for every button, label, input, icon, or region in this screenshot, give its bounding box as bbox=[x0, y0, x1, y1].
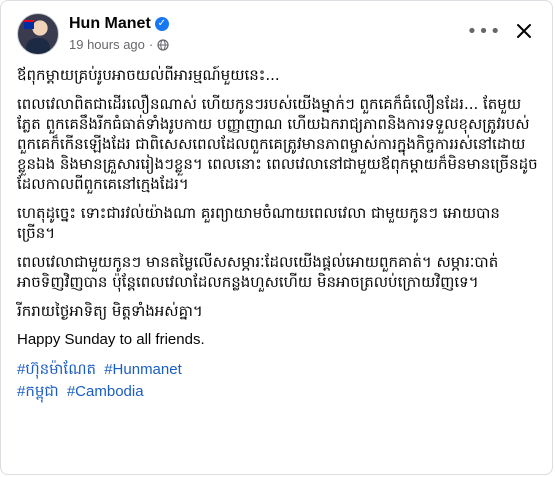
post-body: ឪពុកម្តាយគ្រប់រូបអាចយល់ពីអារម្មណ៍មួយនេះ.… bbox=[17, 65, 538, 403]
globe-icon bbox=[157, 38, 169, 51]
flag-icon bbox=[24, 20, 34, 29]
hashtag-link[interactable]: #ហ៊ុនម៉ាណែត bbox=[17, 361, 96, 378]
post-paragraph-3: ហេតុដូច្នេះ ទោះជារវល់យ៉ាងណា គួរព្យាយាមចំ… bbox=[17, 204, 500, 242]
post-paragraph-1: ឪពុកម្តាយគ្រប់រូបអាចយល់ពីអារម្មណ៍មួយនេះ.… bbox=[17, 66, 280, 84]
post-timestamp[interactable]: 19 hours ago bbox=[69, 37, 145, 52]
post-english-line: Happy Sunday to all friends. bbox=[17, 331, 205, 348]
more-options-button[interactable]: ••• bbox=[466, 17, 502, 45]
hashtag-link[interactable]: #Cambodia bbox=[67, 383, 144, 400]
post-paragraph-4: ពេលវេលាជាមួយកូនៗ មានតម្លៃលើសសម្ភារៈដែលយើ… bbox=[17, 253, 499, 291]
verified-badge-icon: ✓ bbox=[154, 17, 169, 31]
author-avatar[interactable] bbox=[17, 13, 59, 55]
post-paragraph-5: រីករាយថ្ងៃអាទិត្យ មិត្តទាំងអស់គ្នា។ bbox=[17, 302, 203, 320]
author-name[interactable]: Hun Manet bbox=[69, 15, 151, 33]
hashtag-link[interactable]: #កម្ពុជា bbox=[17, 383, 59, 400]
post-card: Hun Manet ✓ 19 hours ago · ••• ឪពុកម្តាយ… bbox=[0, 0, 553, 475]
post-meta: 19 hours ago · bbox=[69, 37, 169, 52]
hashtag-row-2: #កម្ពុជា #Cambodia bbox=[17, 381, 538, 403]
close-button[interactable] bbox=[508, 15, 540, 47]
meta-separator: · bbox=[148, 37, 154, 52]
post-header: Hun Manet ✓ 19 hours ago · ••• bbox=[17, 13, 540, 59]
close-icon bbox=[517, 24, 531, 38]
hashtag-link[interactable]: #Hunmanet bbox=[104, 361, 182, 378]
more-options-icon: ••• bbox=[466, 20, 502, 42]
hashtag-row-1: #ហ៊ុនម៉ាណែត #Hunmanet bbox=[17, 359, 538, 381]
avatar-figure bbox=[26, 38, 50, 54]
author-row: Hun Manet ✓ bbox=[69, 15, 169, 33]
post-paragraph-2: ពេលវេលាពិតជាដើរលឿនណាស់ ហើយកូនៗរបស់យើងម្ន… bbox=[17, 95, 538, 193]
